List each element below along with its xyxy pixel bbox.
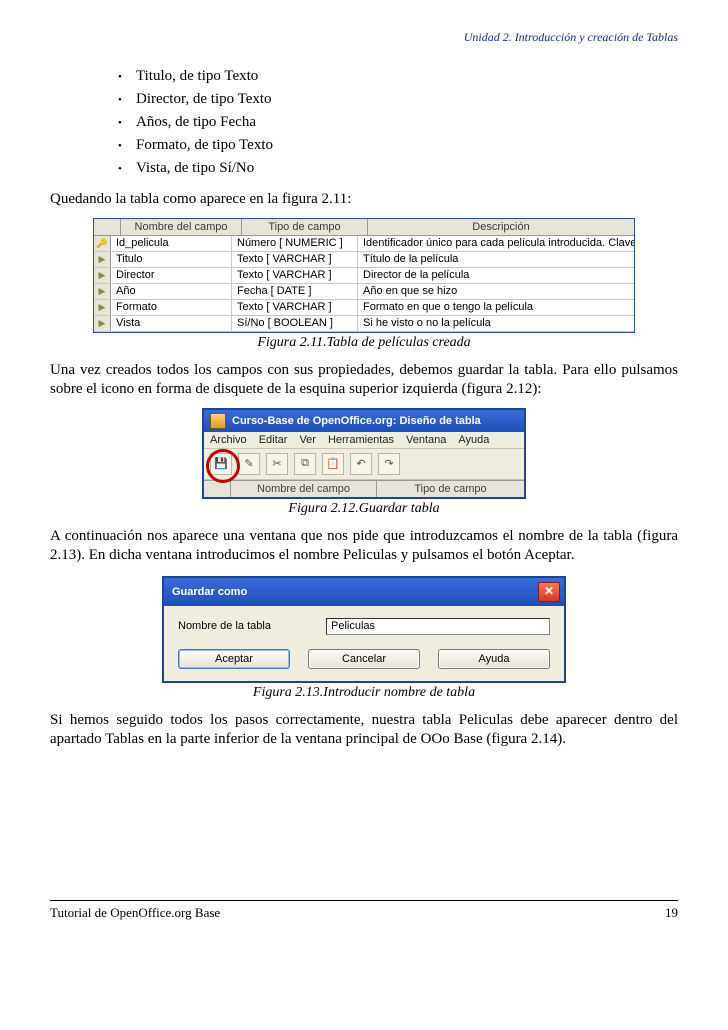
menu-item[interactable]: Ventana <box>406 434 446 446</box>
row-marker-icon: ▶ <box>94 284 111 299</box>
col-header-type: Tipo de campo <box>377 481 524 497</box>
undo-icon[interactable]: ↶ <box>350 453 372 475</box>
col-header-desc: Descripción <box>368 219 634 235</box>
bullet-item: Años, de tipo Fecha <box>118 111 678 134</box>
accept-button[interactable]: Aceptar <box>178 649 290 669</box>
cell-desc: Año en que se hizo <box>358 284 634 299</box>
window-titlebar: Curso-Base de OpenOffice.org: Diseño de … <box>204 410 524 432</box>
bullet-item: Director, de tipo Texto <box>118 88 678 111</box>
redo-icon[interactable]: ↷ <box>378 453 400 475</box>
cancel-button[interactable]: Cancelar <box>308 649 420 669</box>
paste-icon[interactable]: 📋 <box>322 453 344 475</box>
menu-item[interactable]: Editar <box>259 434 288 446</box>
menu-item[interactable]: Herramientas <box>328 434 394 446</box>
paragraph-3: A continuación nos aparece una ventana q… <box>50 527 678 566</box>
menu-item[interactable]: Ver <box>299 434 316 446</box>
cell-name: Id_pelicula <box>111 236 232 251</box>
figure-211-caption: Figura 2.11.Tabla de películas creada <box>50 335 678 351</box>
row-marker-icon: ▶ <box>94 300 111 315</box>
menu-item[interactable]: Archivo <box>210 434 247 446</box>
cell-type: Texto [ VARCHAR ] <box>232 252 358 267</box>
page-footer: Tutorial de OpenOffice.org Base 19 <box>50 901 678 921</box>
cell-name: Formato <box>111 300 232 315</box>
header-unit: Unidad 2. Introducción y creación de Tab… <box>50 30 678 45</box>
col-header-name: Nombre del campo <box>121 219 242 235</box>
table-name-label: Nombre de la tabla <box>178 620 308 632</box>
bullet-item: Formato, de tipo Texto <box>118 134 678 157</box>
col-header-name: Nombre del campo <box>231 481 377 497</box>
help-button[interactable]: Ayuda <box>438 649 550 669</box>
toolbar: 💾 ✎ ✂ ⧉ 📋 ↶ ↷ <box>204 449 524 480</box>
dialog-button-row: Aceptar Cancelar Ayuda <box>178 649 550 669</box>
cell-name: Titulo <box>111 252 232 267</box>
table-row: ▶ Año Fecha [ DATE ] Año en que se hizo <box>94 284 634 300</box>
footer-page-number: 19 <box>665 905 678 921</box>
table-row: ▶ Formato Texto [ VARCHAR ] Formato en q… <box>94 300 634 316</box>
page: Unidad 2. Introducción y creación de Tab… <box>0 0 728 1030</box>
cell-name: Año <box>111 284 232 299</box>
table-row: ▶ Titulo Texto [ VARCHAR ] Título de la … <box>94 252 634 268</box>
figure-212-window: Curso-Base de OpenOffice.org: Diseño de … <box>202 408 526 499</box>
cell-desc: Si he visto o no la película <box>358 316 634 331</box>
bullet-item: Titulo, de tipo Texto <box>118 65 678 88</box>
paragraph-4: Si hemos seguido todos los pasos correct… <box>50 711 678 750</box>
field-bullets: Titulo, de tipo Texto Director, de tipo … <box>118 65 678 180</box>
menu-item[interactable]: Ayuda <box>458 434 489 446</box>
footer-left: Tutorial de OpenOffice.org Base <box>50 905 220 921</box>
col-header-type: Tipo de campo <box>242 219 368 235</box>
cut-icon[interactable]: ✂ <box>266 453 288 475</box>
cell-desc: Identificador único para cada película i… <box>358 236 634 251</box>
table-header-row: Nombre del campo Tipo de campo Descripci… <box>94 219 634 236</box>
edit-icon[interactable]: ✎ <box>238 453 260 475</box>
figure-211-table: Nombre del campo Tipo de campo Descripci… <box>93 218 635 333</box>
copy-icon[interactable]: ⧉ <box>294 453 316 475</box>
row-marker-icon: ▶ <box>94 268 111 283</box>
row-marker-icon: ▶ <box>94 252 111 267</box>
app-icon <box>210 413 226 429</box>
figure-212-caption: Figura 2.12.Guardar tabla <box>50 501 678 517</box>
dialog-title: Guardar como <box>172 586 247 598</box>
table-row: ▶ Vista Sí/No [ BOOLEAN ] Si he visto o … <box>94 316 634 332</box>
cell-type: Sí/No [ BOOLEAN ] <box>232 316 358 331</box>
paragraph-1: Quedando la tabla como aparece en la fig… <box>50 190 678 210</box>
cell-type: Texto [ VARCHAR ] <box>232 268 358 283</box>
dialog-titlebar: Guardar como ✕ <box>164 578 564 606</box>
dialog-body: Nombre de la tabla Aceptar Cancelar Ayud… <box>164 606 564 681</box>
cell-desc: Director de la película <box>358 268 634 283</box>
figure-213-caption: Figura 2.13.Introducir nombre de tabla <box>50 685 678 701</box>
menu-bar: Archivo Editar Ver Herramientas Ventana … <box>204 432 524 449</box>
row-selector-header <box>94 219 121 235</box>
cell-name: Vista <box>111 316 232 331</box>
bullet-item: Vista, de tipo Sí/No <box>118 157 678 180</box>
row-selector-header <box>204 481 231 497</box>
table-row: 🔑 Id_pelicula Número [ NUMERIC ] Identif… <box>94 236 634 252</box>
save-icon[interactable]: 💾 <box>210 453 232 475</box>
cell-desc: Formato en que o tengo la película <box>358 300 634 315</box>
figure-213-dialog: Guardar como ✕ Nombre de la tabla Acepta… <box>162 576 566 683</box>
form-row: Nombre de la tabla <box>178 618 550 635</box>
cell-type: Texto [ VARCHAR ] <box>232 300 358 315</box>
cell-name: Director <box>111 268 232 283</box>
window-title: Curso-Base de OpenOffice.org: Diseño de … <box>232 415 481 427</box>
cell-type: Fecha [ DATE ] <box>232 284 358 299</box>
cell-desc: Título de la película <box>358 252 634 267</box>
table-name-input[interactable] <box>326 618 550 635</box>
key-icon: 🔑 <box>94 236 111 251</box>
paragraph-2: Una vez creados todos los campos con sus… <box>50 361 678 400</box>
table-row: ▶ Director Texto [ VARCHAR ] Director de… <box>94 268 634 284</box>
design-column-headers: Nombre del campo Tipo de campo <box>204 480 524 497</box>
close-icon[interactable]: ✕ <box>538 582 560 602</box>
cell-type: Número [ NUMERIC ] <box>232 236 358 251</box>
row-marker-icon: ▶ <box>94 316 111 331</box>
